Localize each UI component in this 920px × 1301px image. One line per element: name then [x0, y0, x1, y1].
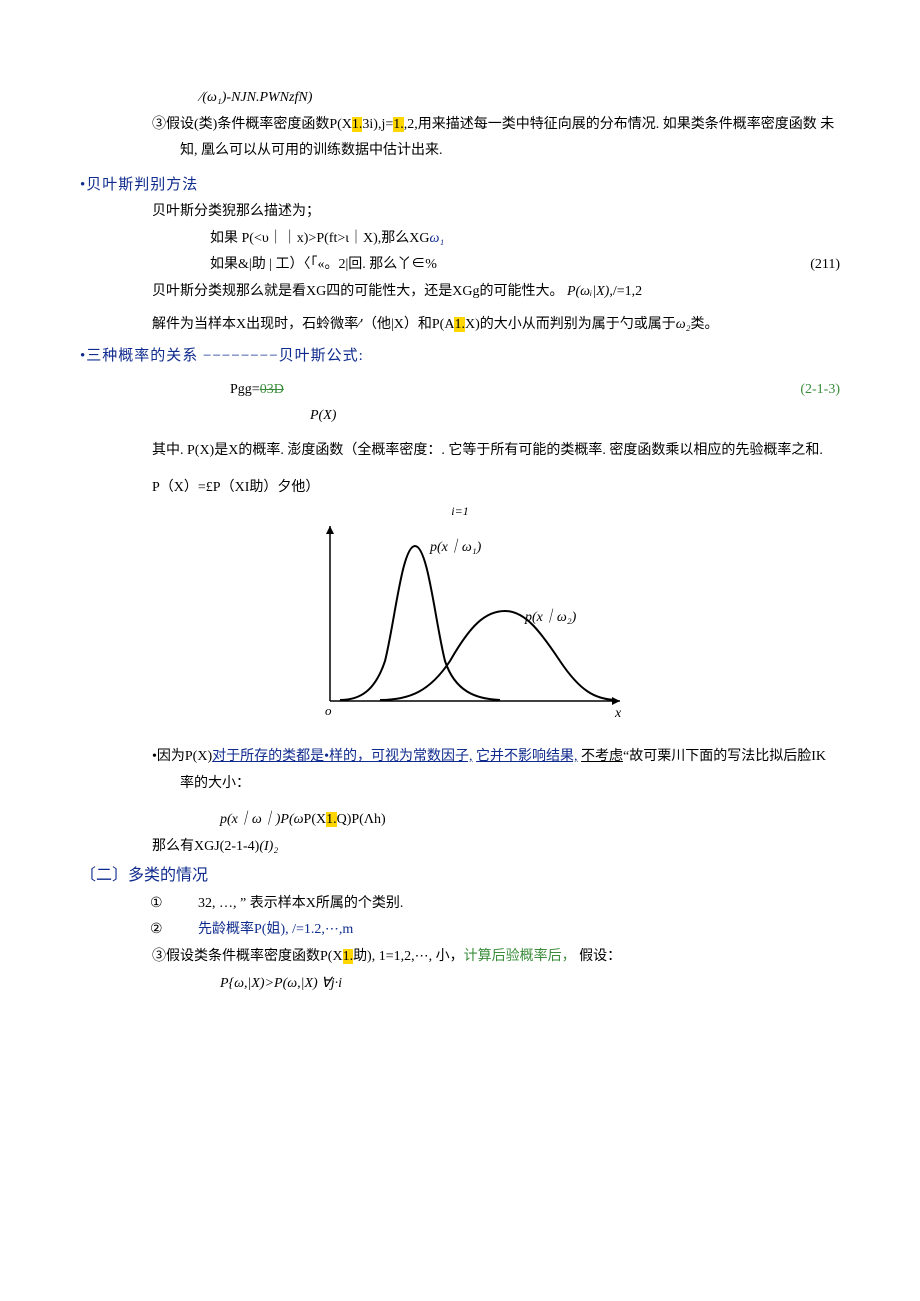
underline-text: 对于所存的类都是•样的，可视为常数因子, — [212, 749, 472, 764]
text: 32, …, ” 表示样本X所属的个类别. — [198, 891, 403, 918]
highlight: 1. — [393, 117, 404, 132]
text: 〔二〕多类的情况 — [80, 867, 208, 884]
text: P(ωᵢ|X) — [567, 284, 609, 299]
arrow-icon — [326, 526, 334, 534]
list-item-3: ③假设类条件概率密度函数P(X1.助), 1=1,2,⋯, 小，计算后验概率后，… — [80, 944, 840, 971]
arrow-icon — [612, 697, 620, 705]
formula-line: 如果 P(<υ｜｜x)>P(ft>ι｜X),那么XGω₁ — [80, 226, 840, 253]
text: P（X）=£P（XI助）夕他） — [152, 480, 319, 495]
heading-multiclass: 〔二〕多类的情况 — [80, 861, 840, 891]
highlight: 1. — [352, 117, 363, 132]
text: 解件为当样本X出现时，石蛉微率∕'（他|X）和P(A — [152, 317, 454, 332]
list-item-2: ② 先龄概率P(姐), /=1.2,⋯,m — [80, 917, 840, 944]
strike-text: 03D — [260, 382, 284, 397]
text: ③假设(类)条件概率密度函数P(X — [152, 117, 352, 132]
highlight: 1. — [343, 949, 354, 964]
text: 其中. P(X)是X的概率. 澎度函数（全概率密度：. 它等于所有可能的类概率.… — [152, 443, 823, 458]
text: •贝叶斯判别方法 — [80, 177, 198, 193]
text: ③假设类条件概率密度函数P(X — [152, 949, 343, 964]
x-axis-label: x — [614, 706, 622, 721]
text: Pgg=03D — [230, 377, 284, 404]
text: ,2,用来描述每一类中特征向展的分布情况. 如果类条件概率密度函数 — [404, 117, 817, 132]
formula-line: 如果&|助 | 工）〈「«。2|回. 那么丫∈% (211) — [80, 252, 840, 279]
formula-line-1: ∕(ω₁)-NJN.PWNzfN) — [80, 85, 840, 112]
text: ω₂ — [676, 317, 691, 332]
text: 贝叶斯分类猊那么描述为； — [152, 204, 320, 219]
text: •三种概率的关系 −−−−−−−−贝叶斯公式: — [80, 348, 364, 364]
paragraph: 贝叶斯分类猊那么描述为； — [80, 199, 840, 226]
equation-number: (2-1-3) — [800, 377, 840, 404]
plot-title: i=1 — [451, 504, 468, 518]
list-marker: ② — [150, 917, 170, 944]
text: p(x｜ω｜)P(ω — [220, 812, 304, 827]
text: ∕(ω₁)-NJN.PWNzfN) — [200, 90, 312, 105]
formula-bayes: Pgg=03D (2-1-3) — [80, 377, 840, 404]
formula-denom: P(X) — [80, 403, 840, 430]
curve-label-2: p(x｜ω₂) — [524, 608, 577, 625]
text: 助), 1=1,2,⋯, 小， — [353, 949, 464, 964]
text: P{ω,|X)>P(ω,|X) ∀j·i — [220, 976, 342, 991]
text: 先龄概率P(姐), /=1.2,⋯,m — [198, 917, 353, 944]
text: 如果&|助 | 工）〈「«。2|回. 那么丫∈% — [210, 252, 437, 279]
underline-text: 它并不影响结果, — [476, 749, 578, 764]
formula-multiclass-decision: P{ω,|X)>P(ω,|X) ∀j·i — [80, 971, 840, 998]
origin-label: o — [325, 703, 332, 718]
heading-three-prob-relations: •三种概率的关系 −−−−−−−−贝叶斯公式: — [80, 342, 840, 371]
list-item-1: ① 32, …, ” 表示样本X所属的个类别. — [80, 891, 840, 918]
list-marker: ① — [150, 891, 170, 918]
paragraph: 那么有XGJ(2-1-4)(I)₂ — [80, 834, 840, 861]
text: (I)₂ — [259, 839, 278, 854]
text: 如果 P(<υ｜｜x)>P(ft>ι｜X),那么XG — [210, 231, 430, 246]
equation-number: (211) — [810, 252, 840, 279]
text: 3i),j= — [362, 117, 393, 132]
highlight: 1. — [326, 812, 337, 827]
text: P(X) — [310, 408, 336, 423]
text: ω₁ — [430, 231, 445, 246]
text: 贝叶斯分类规那么就是看XG四的可能性大，还是XGg的可能性大。 — [152, 284, 563, 299]
paragraph-assumption-3: ③假设(类)条件概率密度函数P(X1.3i),j=1.,2,用来描述每一类中特征… — [80, 112, 840, 165]
underline-text: 不考虑 — [581, 749, 623, 764]
text: Q)P(Λh) — [337, 812, 386, 827]
density-plot: i=1 p(x｜ω₁) p(x｜ω₂) o x — [280, 501, 640, 736]
formula-likelihood: p(x｜ω｜)P(ωP(X1.Q)P(Λh) — [80, 807, 840, 834]
text: ,/=1,2 — [609, 284, 642, 299]
text: 类。 — [691, 317, 719, 332]
paragraph: 解件为当样本X出现时，石蛉微率∕'（他|X）和P(A1.X)的大小从而判别为属于… — [80, 312, 840, 339]
text: 那么有XGJ(2-1-4) — [152, 839, 259, 854]
text: X)的大小从而判别为属于勺或属于 — [465, 317, 676, 332]
curve-omega2 — [380, 611, 615, 700]
heading-bayes-method: •贝叶斯判别方法 — [80, 171, 840, 200]
text: 计算后验概率后， — [464, 949, 576, 964]
paragraph-simplification: •因为P(X)对于所存的类都是•样的，可视为常数因子, 它并不影响结果, 不考虑… — [80, 744, 840, 797]
formula-total-prob: P（X）=£P（XI助）夕他） — [80, 475, 840, 502]
curve-label-1: p(x｜ω₁) — [429, 538, 482, 555]
paragraph: 贝叶斯分类规那么就是看XG四的可能性大，还是XGg的可能性大。 P(ωᵢ|X),… — [80, 279, 840, 306]
text: P(X — [304, 812, 327, 827]
paragraph: 其中. P(X)是X的概率. 澎度函数（全概率密度：. 它等于所有可能的类概率.… — [80, 438, 840, 465]
highlight: 1. — [454, 317, 465, 332]
text: •因为P(X) — [152, 749, 212, 764]
text: 假设： — [579, 949, 621, 964]
page: ∕(ω₁)-NJN.PWNzfN) ③假设(类)条件概率密度函数P(X1.3i)… — [0, 0, 920, 1301]
